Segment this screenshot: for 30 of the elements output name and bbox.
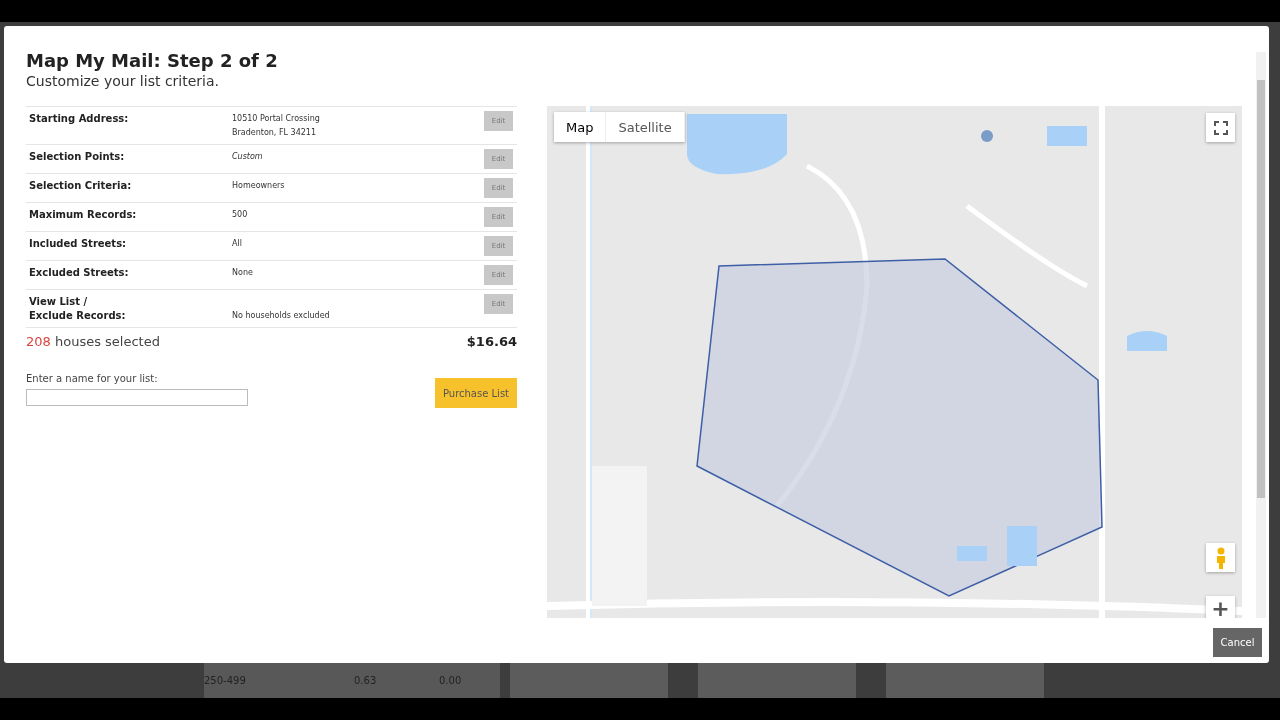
criteria-value: Custom bbox=[232, 151, 264, 163]
street-view-button[interactable] bbox=[1206, 543, 1235, 572]
criteria-label: Selection Points: bbox=[29, 150, 126, 164]
criteria-label: Maximum Records: bbox=[29, 208, 138, 222]
criteria-value: No households excluded bbox=[232, 310, 331, 322]
criteria-label: Excluded Streets: bbox=[29, 266, 130, 280]
scrollbar[interactable] bbox=[1256, 52, 1266, 618]
criteria-label: Starting Address: bbox=[29, 112, 130, 126]
criteria-label: View List / Exclude Records: bbox=[29, 295, 127, 323]
fullscreen-button[interactable] bbox=[1206, 113, 1235, 142]
selection-count: 208 houses selected bbox=[26, 334, 160, 349]
map-type-tab[interactable]: Map bbox=[554, 112, 607, 142]
criteria-value: All bbox=[232, 238, 243, 250]
criteria-value: 500 bbox=[232, 209, 249, 221]
criteria-value: Homeowners bbox=[232, 180, 286, 192]
person-icon bbox=[1214, 546, 1227, 569]
purchase-button[interactable]: Purchase List bbox=[435, 378, 517, 408]
criteria-label: Included Streets: bbox=[29, 237, 128, 251]
list-name-field[interactable] bbox=[26, 389, 248, 406]
map-type-tab[interactable]: Satellite bbox=[606, 112, 685, 142]
dialog-subtitle: Customize your list criteria. bbox=[26, 73, 220, 89]
zoom-in-button[interactable]: + bbox=[1206, 596, 1235, 618]
field-label: Enter a name for your list: bbox=[26, 373, 159, 384]
dialog-title: Map My Mail: Step 2 of 2 bbox=[26, 50, 279, 71]
criteria-value: None bbox=[232, 267, 254, 279]
cancel-button[interactable]: Cancel bbox=[1213, 628, 1262, 657]
criteria-label: Selection Criteria: bbox=[29, 179, 133, 193]
criteria-value: 10510 Portal Crossing Bradenton, FL 34211 bbox=[232, 113, 321, 139]
fullscreen-icon bbox=[1213, 120, 1228, 135]
total-price: $16.64 bbox=[466, 334, 517, 349]
